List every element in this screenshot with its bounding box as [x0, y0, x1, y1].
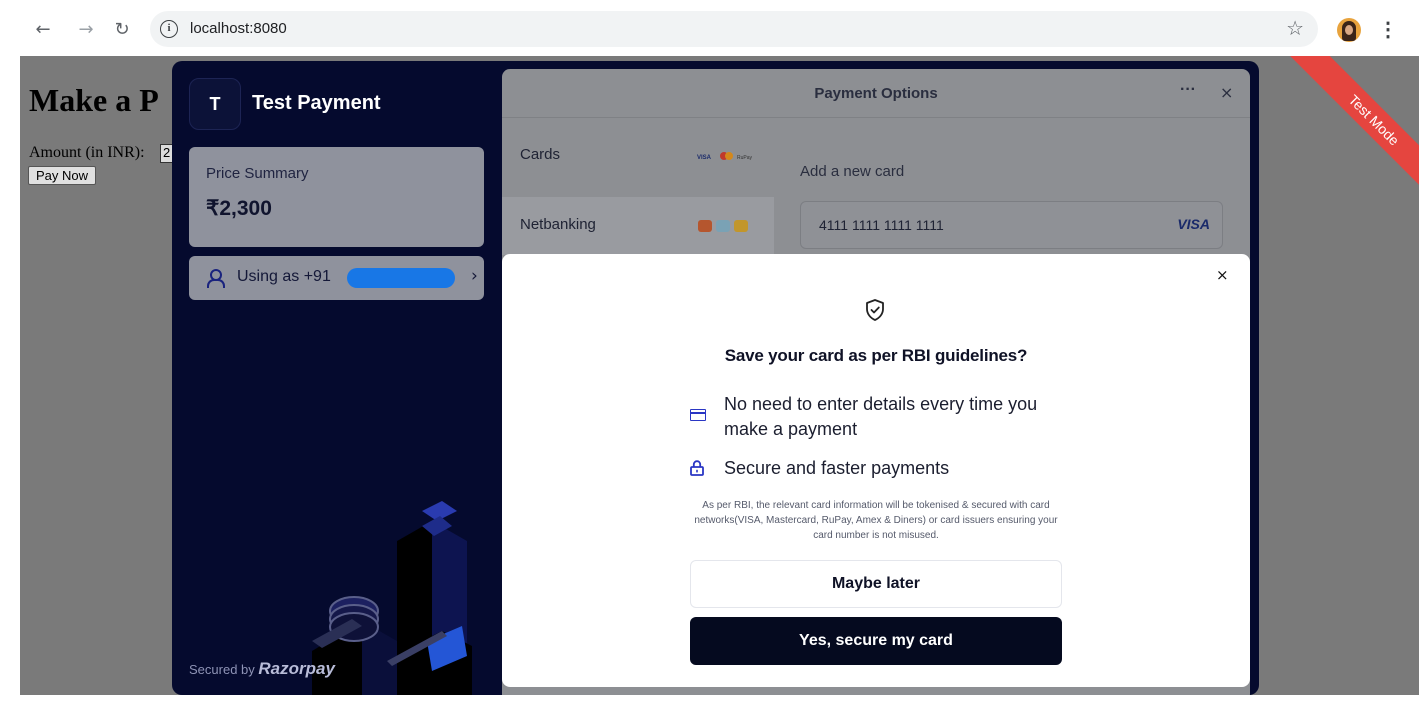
shield-check-icon	[866, 299, 884, 321]
bookmark-star-icon[interactable]: ☆	[1286, 16, 1304, 40]
add-new-card-label: Add a new card	[800, 163, 905, 180]
forward-arrow-icon[interactable]: →	[74, 17, 98, 41]
lock-icon	[690, 460, 704, 476]
card-icon	[690, 409, 706, 421]
test-mode-ribbon: Test Mode	[1275, 56, 1419, 216]
price-summary-label: Price Summary	[206, 165, 309, 182]
page-title: Make a P	[29, 82, 159, 118]
contact-card[interactable]: Using as +91 ›	[189, 256, 484, 300]
back-arrow-icon[interactable]: ←	[31, 17, 55, 41]
test-mode-ribbon-wrap: Test Mode	[1259, 56, 1419, 216]
method-cards[interactable]: Cards VISA RuPay	[502, 127, 774, 185]
amount-label: Amount (in INR):	[29, 144, 145, 161]
chevron-right-icon: ›	[471, 266, 478, 286]
card-network-logos: VISA RuPay	[697, 151, 759, 161]
panel-title: Payment Options	[814, 85, 938, 102]
razorpay-checkout: T Test Payment Price Summary ₹2,300 Usin…	[172, 61, 1259, 695]
more-options-icon[interactable]: ···	[1180, 81, 1196, 99]
browser-menu-icon[interactable]: ⋮	[1378, 17, 1398, 42]
bank-logos	[698, 219, 758, 233]
reload-icon[interactable]: ↻	[110, 17, 134, 41]
close-icon[interactable]: ×	[1220, 83, 1233, 102]
method-netbanking[interactable]: Netbanking	[502, 197, 774, 255]
benefit-text: Secure and faster payments	[724, 458, 950, 478]
modal-close-icon[interactable]: ×	[1216, 266, 1229, 284]
razorpay-logo: Razorpay	[258, 659, 335, 678]
visa-logo: VISA	[1177, 216, 1210, 232]
method-label: Cards	[520, 146, 561, 163]
address-bar[interactable]: i localhost:8080 ☆	[150, 11, 1318, 47]
card-number-input[interactable]: 4111 1111 1111 1111 VISA	[800, 201, 1223, 249]
using-as-text: Using as +91	[237, 268, 331, 285]
payment-options-panel: Payment Options ··· × Cards VISA RuPay N…	[502, 69, 1250, 695]
svg-text:RuPay: RuPay	[737, 155, 753, 161]
price-summary-card: Price Summary ₹2,300	[189, 147, 484, 247]
card-number-value: 4111 1111 1111 1111	[819, 217, 944, 233]
browser-toolbar: ← → ↻ i localhost:8080 ☆ ⋮	[0, 0, 1419, 56]
panel-divider	[502, 117, 1250, 118]
price-amount: ₹2,300	[206, 197, 272, 220]
secured-by-label: Secured by	[189, 662, 255, 677]
pay-now-button[interactable]: Pay Now	[28, 166, 97, 185]
user-icon	[206, 269, 225, 288]
profile-avatar[interactable]	[1337, 18, 1361, 42]
maybe-later-button[interactable]: Maybe later	[690, 560, 1062, 608]
method-label: Netbanking	[520, 216, 596, 233]
benefit-text: No need to enter details every time you …	[724, 394, 1038, 439]
site-info-icon[interactable]: i	[160, 20, 178, 38]
modal-title: Save your card as per RBI guidelines?	[724, 346, 1028, 365]
redacted-phone	[347, 268, 455, 288]
rbi-fine-print: As per RBI, the relevant card informatio…	[694, 500, 1058, 541]
save-card-modal: × Save your card as per RBI guidelines? …	[502, 254, 1250, 687]
url-text[interactable]: localhost:8080	[190, 20, 287, 37]
merchant-logo: T	[189, 78, 241, 130]
secured-by-footer: Secured by Razorpay	[189, 659, 335, 679]
merchant-name: Test Payment	[252, 92, 381, 114]
secure-card-button[interactable]: Yes, secure my card	[690, 617, 1062, 665]
visa-logo-text: VISA	[697, 155, 712, 161]
